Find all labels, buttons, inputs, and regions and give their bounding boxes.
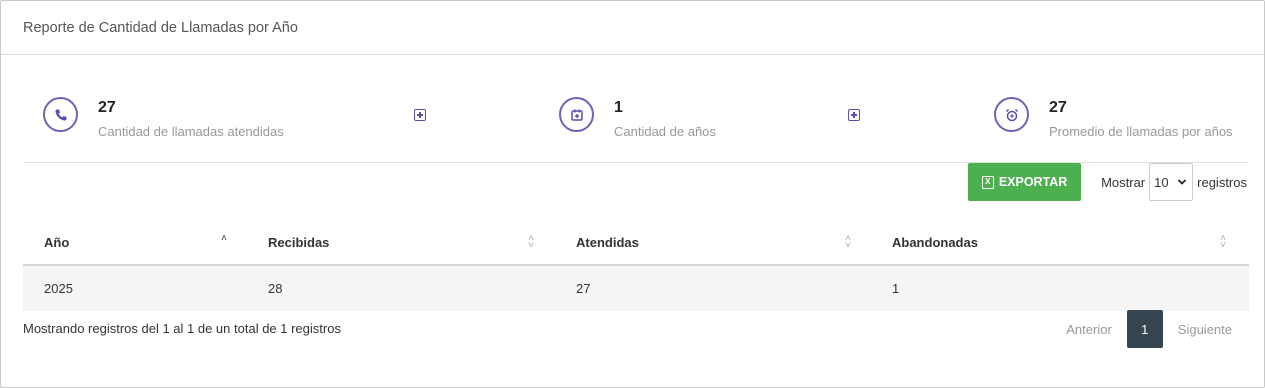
stat-label: Cantidad de llamadas atendidas xyxy=(98,124,284,139)
column-header-abandoned[interactable]: Abandonadas xyxy=(892,221,978,266)
column-header-year[interactable]: Año xyxy=(44,221,69,266)
phone-icon xyxy=(43,97,78,132)
table-row: 2025 28 27 1 xyxy=(23,266,1249,311)
page-size-select[interactable]: 10 xyxy=(1149,163,1194,201)
card-header: Reporte de Cantidad de Llamadas por Año xyxy=(1,1,1264,55)
show-label: Mostrar xyxy=(1101,174,1146,190)
sort-asc-icon[interactable]: ˄ xyxy=(219,234,229,249)
alarm-clock-icon xyxy=(994,97,1029,132)
sort-icon[interactable]: ˄ ˅ xyxy=(1218,234,1228,251)
table-toolbar: X EXPORTAR Mostrar 10 registros xyxy=(968,163,1247,201)
stat-value: 27 xyxy=(1049,99,1067,116)
stat-average-calls: 27 Promedio de llamadas por años xyxy=(974,85,1249,145)
previous-page-button[interactable]: Anterior xyxy=(1059,322,1119,337)
stat-label: Cantidad de años xyxy=(614,124,716,139)
chevron-down-icon xyxy=(1178,179,1187,185)
expand-plus-icon[interactable] xyxy=(848,109,860,121)
cell-received: 28 xyxy=(268,281,283,296)
stat-value: 1 xyxy=(614,99,623,116)
pagination: Anterior 1 Siguiente xyxy=(1059,310,1239,348)
data-table: Año ˄ Recibidas ˄ ˅ Atendidas ˄ ˅ Abandona… xyxy=(23,221,1249,311)
next-page-button[interactable]: Siguiente xyxy=(1171,322,1239,337)
stat-value: 27 xyxy=(98,99,116,116)
stat-years-count: 1 Cantidad de años xyxy=(539,85,839,145)
stat-answered-calls: 27 Cantidad de llamadas atendidas xyxy=(23,85,423,145)
page-size-value: 10 xyxy=(1154,174,1169,190)
cell-year: 2025 xyxy=(44,281,73,296)
expand-plus-icon[interactable] xyxy=(414,109,426,121)
records-label: registros xyxy=(1197,174,1247,190)
stat-label: Promedio de llamadas por años xyxy=(1049,124,1233,139)
table-body: 2025 28 27 1 xyxy=(23,266,1249,311)
page-button-1[interactable]: 1 xyxy=(1126,310,1163,348)
export-button[interactable]: X EXPORTAR xyxy=(968,163,1082,201)
excel-icon: X xyxy=(981,175,994,189)
report-card: Reporte de Cantidad de Llamadas por Año … xyxy=(0,0,1265,388)
export-label: EXPORTAR xyxy=(998,175,1068,189)
calendar-icon xyxy=(559,97,594,132)
page-title: Reporte de Cantidad de Llamadas por Año xyxy=(23,19,298,36)
cell-answered: 27 xyxy=(576,281,591,296)
sort-icon[interactable]: ˄ ˅ xyxy=(843,234,853,251)
table-header: Año ˄ Recibidas ˄ ˅ Atendidas ˄ ˅ Abandona… xyxy=(23,221,1249,266)
stats-row: 27 Cantidad de llamadas atendidas 1 Cant… xyxy=(23,85,1249,145)
column-header-received[interactable]: Recibidas xyxy=(268,221,329,266)
sort-icon[interactable]: ˄ ˅ xyxy=(526,234,536,251)
cell-abandoned: 1 xyxy=(892,281,900,296)
table-info: Mostrando registros del 1 al 1 de un tot… xyxy=(23,321,341,336)
column-header-answered[interactable]: Atendidas xyxy=(576,221,639,266)
